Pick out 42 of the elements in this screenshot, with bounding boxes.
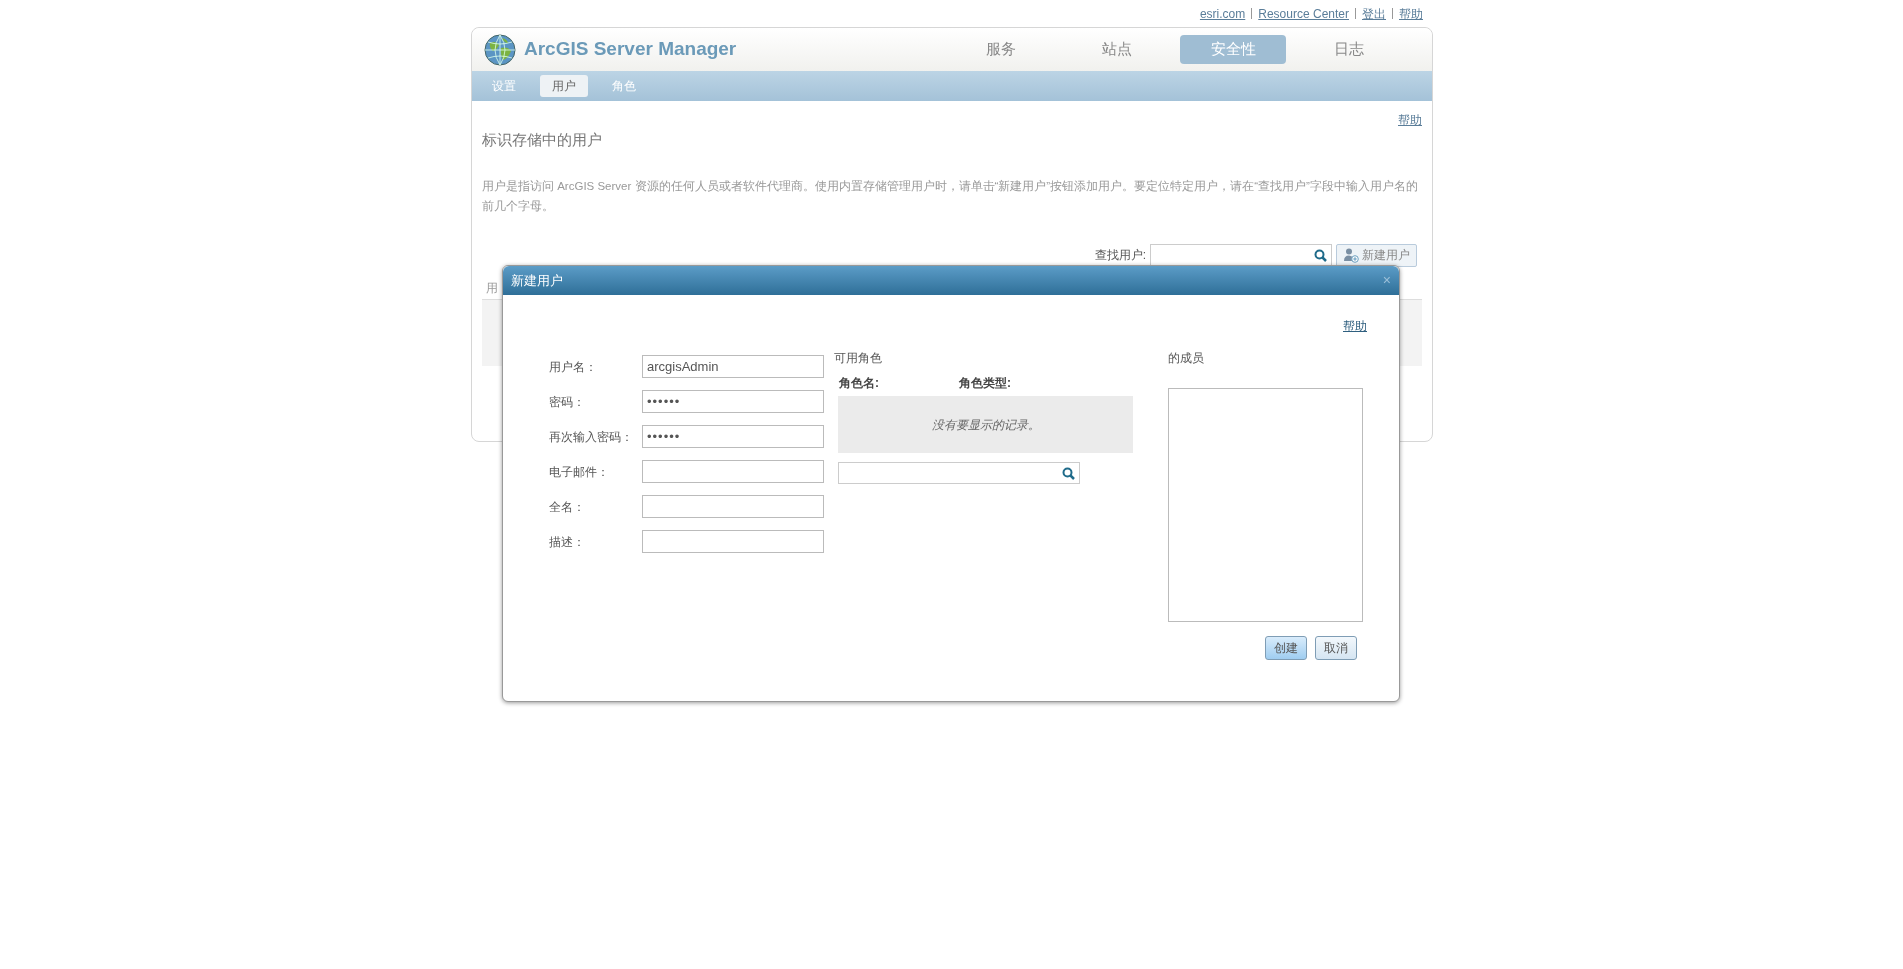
header-link[interactable]: Resource Center (1258, 4, 1349, 23)
header-link[interactable]: esri.com (1199, 4, 1246, 23)
cancel-button[interactable]: 取消 (1315, 636, 1357, 660)
field-label: 再次输入密码： (549, 428, 634, 446)
nav-tab[interactable]: 服务 (948, 35, 1055, 64)
field-label: 描述： (549, 533, 586, 551)
nav-tab[interactable]: 日志 (1296, 35, 1403, 64)
header-link[interactable]: 帮助 (1399, 4, 1423, 23)
page-heading: 标识存储中的用户 (482, 130, 603, 150)
empty-message: 没有要显示的记录。 (931, 416, 1040, 434)
search-label: 查找用户: (1094, 247, 1146, 264)
field-label: 全名： (549, 498, 586, 516)
description-text: 用户是指访问 ArcGIS Server 资源的任何人员或者软件代理商。使用内置存储管理用户时，请单击“新建用户”按钮添加用户。要定位特定用户，请在“查找用户”字段中输入用户名的前几个字母。 (482, 178, 1419, 214)
input-field[interactable]: arcgisAdmin (642, 355, 824, 378)
help-link[interactable]: 帮助 (1343, 317, 1367, 335)
create-button[interactable]: 创建 (1265, 636, 1307, 660)
add-user-icon (1343, 247, 1359, 263)
column-header: 角色名: (839, 375, 880, 392)
field-label: 用户名： (549, 358, 598, 376)
search-field[interactable] (838, 462, 1080, 484)
globe-icon (484, 33, 516, 66)
dialog-title: 新建用户 (511, 271, 563, 290)
search-icon[interactable] (1314, 248, 1327, 262)
nav-tab[interactable]: 站点 (1064, 35, 1171, 64)
field-label: 密码： (549, 393, 586, 411)
section-title: 可用角色 (834, 350, 883, 367)
input-field[interactable] (642, 530, 824, 553)
new-user-button[interactable]: 新建用户 (1336, 243, 1417, 267)
password-field[interactable]: •••••• (642, 425, 824, 448)
header-link[interactable]: 登出 (1362, 4, 1386, 23)
search-icon[interactable] (1062, 466, 1075, 480)
sub-tab[interactable]: 用户 (540, 75, 588, 97)
input-field[interactable] (642, 495, 824, 518)
column-header: 角色类型: (959, 375, 1011, 392)
section-title: 的成员 (1168, 350, 1205, 367)
field-label: 电子邮件： (549, 463, 610, 481)
input-field[interactable] (642, 460, 824, 483)
column-header: 用 (486, 280, 498, 295)
app-title: ArcGIS Server Manager (524, 37, 737, 62)
password-field[interactable]: •••••• (642, 390, 824, 413)
help-link[interactable]: 帮助 (1398, 111, 1422, 129)
member-list[interactable] (1168, 388, 1363, 622)
